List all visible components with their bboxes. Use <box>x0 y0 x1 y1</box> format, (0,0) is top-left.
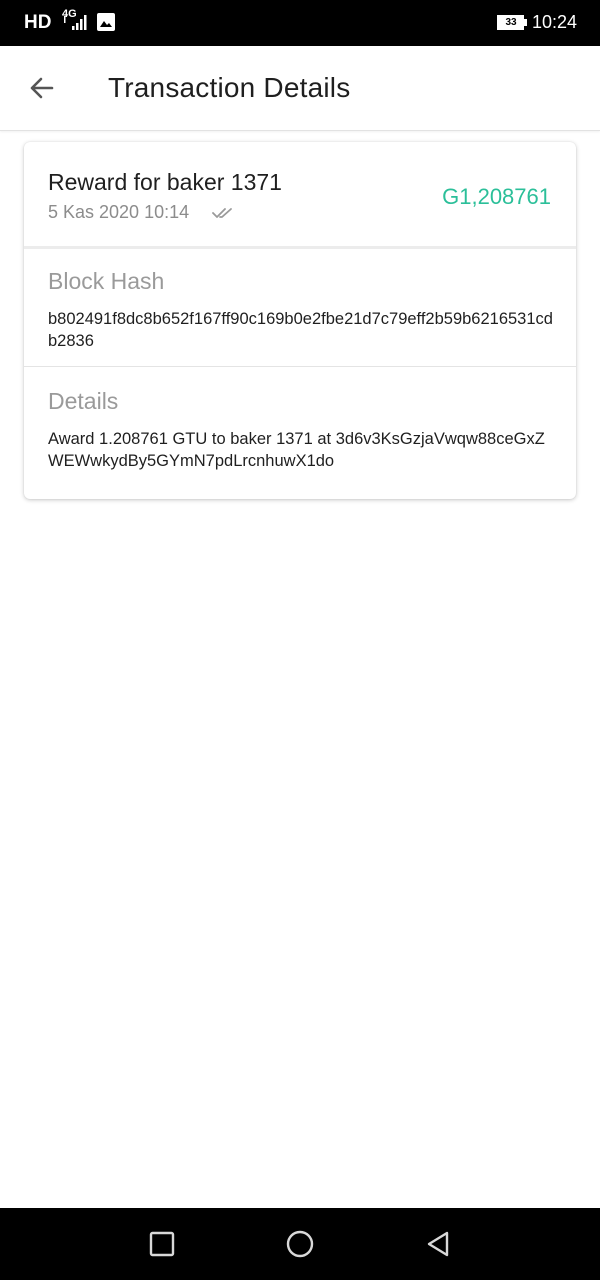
block-hash-section: Block Hash b802491f8dc8b652f167ff90c169b… <box>24 249 576 367</box>
square-icon[interactable] <box>146 1228 178 1260</box>
triangle-back-icon[interactable] <box>422 1228 454 1260</box>
transaction-card: Reward for baker 1371 5 Kas 2020 10:14 G… <box>24 142 576 499</box>
block-hash-value: b802491f8dc8b652f167ff90c169b0e2fbe21d7c… <box>48 310 553 350</box>
double-check-icon <box>212 208 232 218</box>
circle-icon[interactable] <box>284 1228 316 1260</box>
block-hash-label: Block Hash <box>48 268 165 294</box>
image-notification-icon <box>97 13 115 31</box>
arrow-back-icon[interactable] <box>22 68 62 108</box>
details-value: Award 1.208761 GTU to baker 1371 at 3d6v… <box>48 430 545 470</box>
details-label: Details <box>48 388 119 414</box>
page-title: Transaction Details <box>108 72 351 103</box>
clock: 10:24 <box>532 12 578 32</box>
app-bar: Transaction Details <box>0 46 600 131</box>
transaction-title: Reward for baker 1371 <box>48 169 282 195</box>
system-nav-bar <box>0 1208 600 1280</box>
transaction-date: 5 Kas 2020 10:14 <box>48 202 190 222</box>
status-bar: HD 4G 33 10:24 <box>0 0 600 46</box>
signal-icon <box>64 15 87 30</box>
transaction-amount: G1,208761 <box>442 184 551 209</box>
details-section: Details Award 1.208761 GTU to baker 1371… <box>24 367 576 499</box>
battery-level: 33 <box>505 17 517 28</box>
transaction-header: Reward for baker 1371 5 Kas 2020 10:14 G… <box>24 142 576 249</box>
network-hd-indicator: HD <box>24 12 52 33</box>
